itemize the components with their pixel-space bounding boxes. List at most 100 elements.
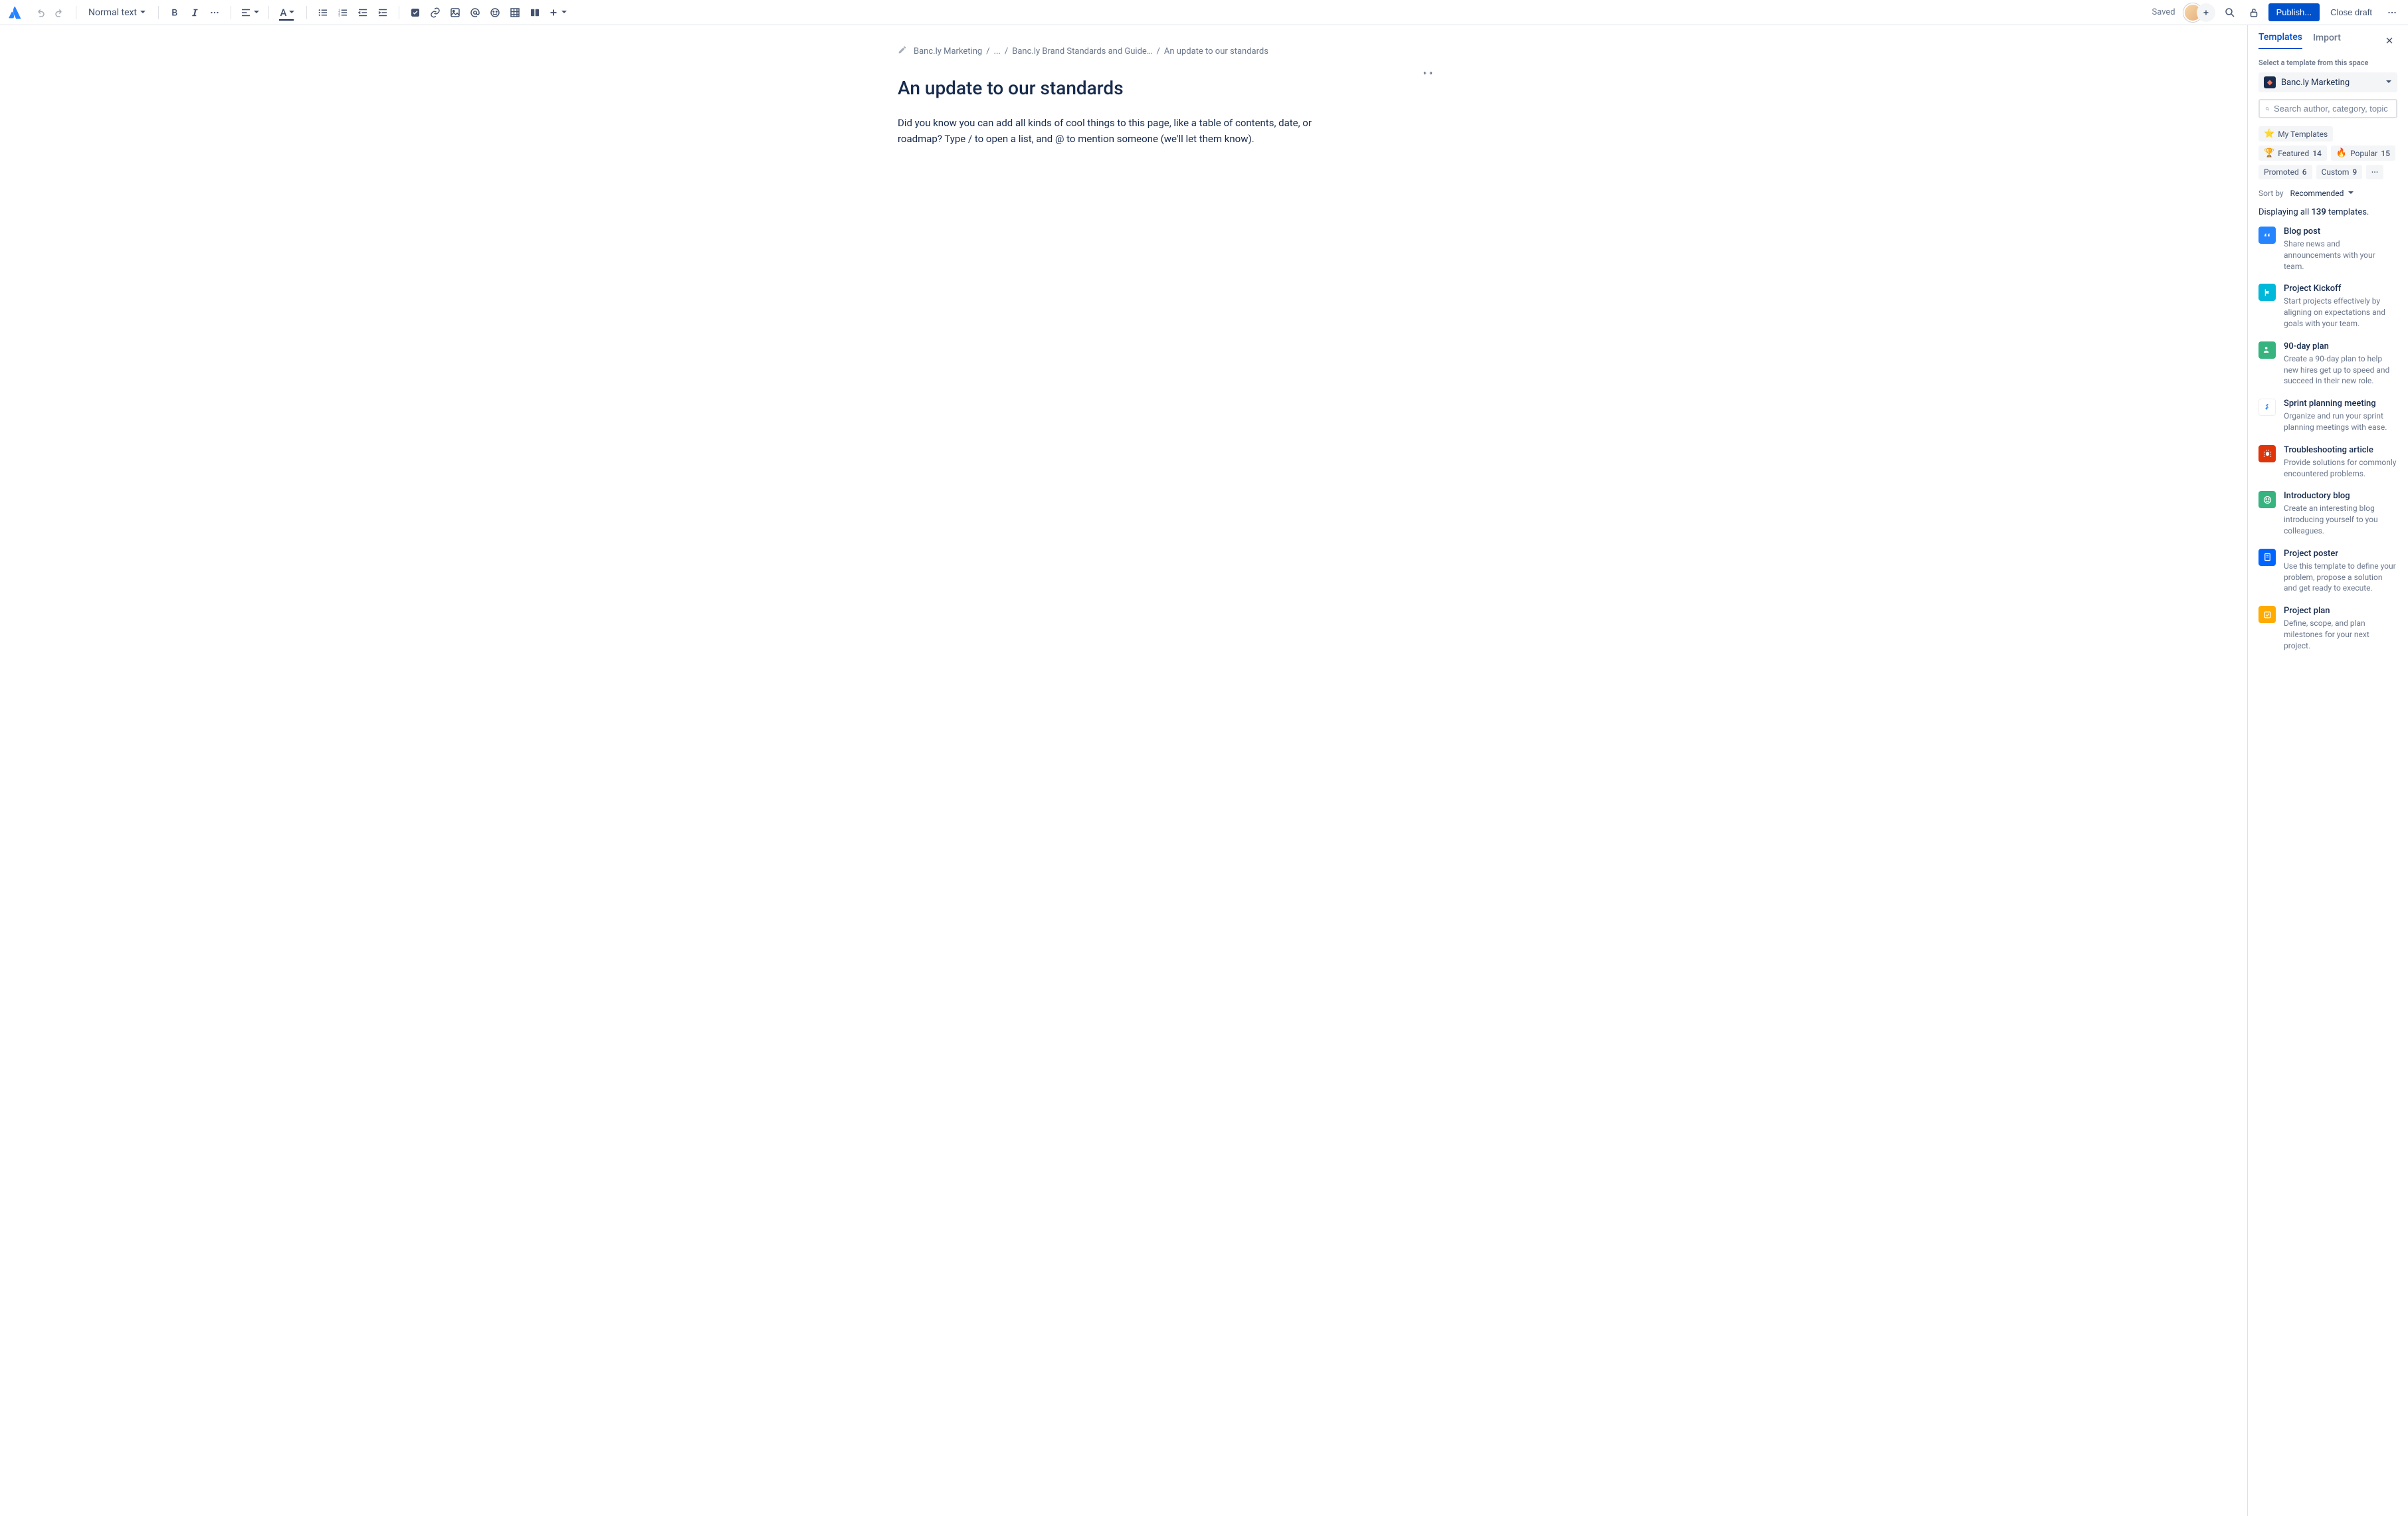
template-item[interactable]: 90-day planCreate a 90-day plan to help … (2258, 341, 2397, 387)
page-width-toggle[interactable] (1420, 65, 1436, 81)
filter-chip[interactable]: Custom9 (2316, 165, 2363, 179)
breadcrumb-item[interactable]: Banc.ly Brand Standards and Guide… (1012, 47, 1152, 56)
table-button[interactable] (506, 3, 524, 22)
sort-value: Recommended (2290, 189, 2344, 198)
template-title: Project poster (2284, 549, 2397, 559)
more-actions-button[interactable] (2383, 3, 2401, 22)
add-collaborator-button[interactable] (2197, 3, 2215, 22)
template-description: Create an interesting blog introducing y… (2284, 503, 2397, 536)
template-icon (2258, 284, 2276, 301)
undo-button[interactable] (31, 3, 49, 22)
template-icon (2258, 227, 2276, 244)
chip-count: 9 (2352, 167, 2357, 177)
breadcrumb-item[interactable]: ... (994, 47, 1001, 56)
template-icon (2258, 341, 2276, 359)
mention-button[interactable] (466, 3, 484, 22)
layouts-button[interactable] (526, 3, 544, 22)
chip-label: Featured (2278, 149, 2309, 158)
template-description: Provide solutions for commonly encounter… (2284, 457, 2397, 480)
tab-import[interactable]: Import (2313, 33, 2341, 48)
insert-dropdown[interactable] (546, 3, 569, 22)
more-formatting-button[interactable] (205, 3, 224, 22)
space-name: Banc.ly Marketing (2281, 78, 2380, 88)
page-title[interactable]: An update to our standards (898, 77, 1350, 99)
breadcrumb-current: An update to our standards (1164, 47, 1268, 56)
template-search[interactable] (2258, 99, 2397, 118)
template-icon (2258, 606, 2276, 623)
templates-panel: Templates Import Select a template from … (2247, 25, 2408, 1516)
saved-status: Saved (2152, 7, 2175, 17)
breadcrumb: Banc.ly Marketing / ... / Banc.ly Brand … (898, 45, 1350, 57)
displaying-count-label: Displaying all 139 templates. (2258, 207, 2397, 217)
sort-dropdown[interactable]: Recommended (2290, 189, 2355, 198)
space-icon: ◆ (2264, 76, 2276, 88)
chevron-down-icon (288, 7, 295, 18)
text-color-button[interactable]: A (276, 3, 300, 22)
chip-emoji-icon: ⭐ (2264, 129, 2274, 139)
close-panel-button[interactable] (2381, 33, 2397, 48)
template-icon (2258, 445, 2276, 462)
template-item[interactable]: Troubleshooting article Provide solutions… (2258, 445, 2397, 480)
image-button[interactable] (446, 3, 464, 22)
sort-label: Sort by (2258, 189, 2284, 198)
select-template-label: Select a template from this space (2258, 58, 2397, 67)
text-color-swatch (279, 19, 294, 21)
tab-templates[interactable]: Templates (2258, 32, 2302, 49)
template-item[interactable]: Sprint planning meetingOrganize and run … (2258, 399, 2397, 433)
filter-chip[interactable]: Promoted6 (2258, 165, 2312, 179)
filter-chips: ⭐ My Templates 🏆 Featured14 🔥Popular15 Promot… (2258, 126, 2397, 179)
indent-button[interactable] (373, 3, 392, 22)
align-dropdown[interactable] (238, 3, 262, 22)
restrictions-button[interactable] (2245, 3, 2263, 22)
template-item[interactable]: Project KickoffStart projects effectivel… (2258, 284, 2397, 329)
outdent-button[interactable] (353, 3, 372, 22)
chevron-down-icon (140, 7, 146, 18)
link-button[interactable] (426, 3, 445, 22)
chip-count: 6 (2302, 167, 2307, 177)
filter-chip[interactable]: 🏆 Featured14 (2258, 145, 2327, 161)
template-search-input[interactable] (2274, 104, 2391, 114)
editor-content: Banc.ly Marketing / ... / Banc.ly Brand … (871, 25, 1376, 167)
panel-tabs: Templates Import (2248, 25, 2408, 49)
template-item[interactable]: Project posterUse this template to defin… (2258, 549, 2397, 594)
chevron-down-icon (561, 7, 567, 18)
template-description: Define, scope, and plan milestones for y… (2284, 618, 2397, 651)
template-title: Troubleshooting article (2284, 445, 2397, 455)
space-selector[interactable]: ◆ Banc.ly Marketing (2258, 72, 2397, 92)
emoji-button[interactable] (486, 3, 504, 22)
main-area: Banc.ly Marketing / ... / Banc.ly Brand … (0, 25, 2408, 1516)
template-item[interactable]: Blog postShare news and announcements wi… (2258, 227, 2397, 272)
bold-button[interactable] (165, 3, 184, 22)
chip-count: 14 (2312, 149, 2322, 158)
filter-chip[interactable]: 🔥Popular15 (2331, 145, 2395, 161)
number-list-button[interactable]: 123 (334, 3, 352, 22)
redo-button[interactable] (50, 3, 69, 22)
action-item-button[interactable] (406, 3, 425, 22)
bullet-list-button[interactable] (314, 3, 332, 22)
filter-chip[interactable]: ⭐ My Templates (2258, 126, 2333, 142)
chip-label: My Templates (2278, 130, 2328, 139)
template-item[interactable]: Introductory blogCreate an interesting b… (2258, 491, 2397, 536)
publish-button[interactable]: Publish... (2268, 3, 2320, 21)
chip-emoji-icon: 🏆 (2264, 148, 2274, 158)
sort-row: Sort by Recommended (2258, 189, 2397, 198)
italic-button[interactable] (185, 3, 204, 22)
toolbar-separator (306, 6, 307, 19)
template-title: Project Kickoff (2284, 284, 2397, 294)
more-filters-button[interactable] (2366, 165, 2383, 179)
text-style-dropdown[interactable]: Normal text (83, 3, 151, 22)
app-logo-icon[interactable] (7, 5, 23, 21)
template-list: Blog postShare news and announcements wi… (2258, 227, 2397, 652)
find-replace-button[interactable] (2221, 3, 2239, 22)
chip-label: Popular (2350, 149, 2377, 158)
page-body[interactable]: Did you know you can add all kinds of co… (898, 115, 1350, 147)
search-icon (2265, 104, 2270, 114)
editor-area[interactable]: Banc.ly Marketing / ... / Banc.ly Brand … (0, 25, 2247, 1516)
template-item[interactable]: Project planDefine, scope, and plan mile… (2258, 606, 2397, 651)
close-draft-button[interactable]: Close draft (2325, 3, 2377, 21)
toolbar-separator (268, 6, 269, 19)
template-title: Blog post (2284, 227, 2397, 237)
pencil-icon (898, 45, 907, 57)
template-title: Sprint planning meeting (2284, 399, 2397, 409)
breadcrumb-item[interactable]: Banc.ly Marketing (914, 47, 982, 56)
